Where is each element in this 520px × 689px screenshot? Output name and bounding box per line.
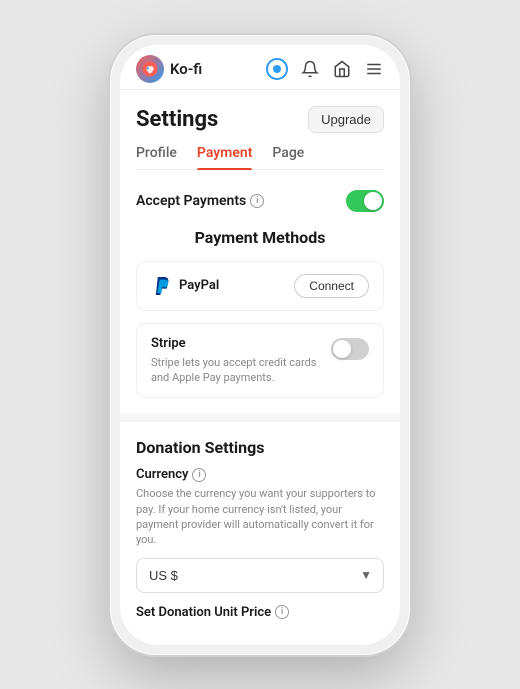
accept-payments-toggle[interactable]	[346, 190, 384, 212]
tab-page[interactable]: Page	[272, 145, 304, 169]
donation-unit-price-info-icon[interactable]: i	[275, 605, 289, 619]
accept-payments-section: Accept Payments i	[136, 190, 384, 212]
payment-methods-title: Payment Methods	[136, 228, 384, 247]
settings-header: Settings Upgrade	[136, 106, 384, 133]
tabs-container: Profile Payment Page	[136, 145, 384, 170]
home-icon[interactable]	[332, 59, 352, 79]
tab-payment[interactable]: Payment	[197, 145, 253, 169]
currency-info-icon[interactable]: i	[192, 468, 206, 482]
currency-select-wrapper: US $ EUR € GBP £ AUD $ CAD $ ▼	[136, 558, 384, 593]
paypal-connect-button[interactable]: Connect	[294, 274, 369, 298]
logo-area: Ko-fi	[136, 55, 202, 83]
menu-icon[interactable]	[364, 59, 384, 79]
page-title: Settings	[136, 107, 218, 132]
bell-icon[interactable]	[300, 59, 320, 79]
stripe-info: Stripe Stripe lets you accept credit car…	[151, 336, 321, 386]
section-divider	[120, 414, 400, 422]
top-bar: Ko-fi	[120, 45, 400, 90]
paypal-card: PayPal Connect	[136, 261, 384, 311]
upgrade-button[interactable]: Upgrade	[308, 106, 384, 133]
currency-label: Currency i	[136, 467, 384, 482]
donation-settings-title: Donation Settings	[136, 438, 384, 457]
stripe-description: Stripe lets you accept credit cards and …	[151, 355, 321, 386]
paypal-icon	[151, 276, 171, 296]
accept-payments-row: Accept Payments i	[136, 190, 384, 212]
kofi-logo-icon	[136, 55, 164, 83]
app-name: Ko-fi	[170, 60, 202, 78]
paypal-name: PayPal	[151, 276, 219, 296]
paypal-row: PayPal Connect	[151, 274, 369, 298]
donation-unit-price-label: Set Donation Unit Price i	[136, 605, 384, 636]
page-content: Settings Upgrade Profile Payment Page	[120, 90, 400, 645]
payment-methods-section: Payment Methods PayPal	[136, 228, 384, 399]
stripe-toggle[interactable]	[331, 338, 369, 360]
phone-screen: Ko-fi	[120, 45, 400, 645]
currency-description: Choose the currency you want your suppor…	[136, 486, 384, 548]
nav-icons	[266, 58, 384, 80]
stripe-card: Stripe Stripe lets you accept credit car…	[136, 323, 384, 399]
stripe-row: Stripe Stripe lets you accept credit car…	[151, 336, 369, 386]
circle-indicator-icon[interactable]	[266, 58, 288, 80]
accept-payments-info-icon[interactable]: i	[250, 194, 264, 208]
donation-settings-section: Donation Settings Currency i Choose the …	[136, 438, 384, 636]
phone-frame: Ko-fi	[110, 35, 410, 655]
stripe-name: Stripe	[151, 336, 321, 351]
currency-select[interactable]: US $ EUR € GBP £ AUD $ CAD $	[136, 558, 384, 593]
accept-payments-label: Accept Payments i	[136, 193, 264, 209]
tab-profile[interactable]: Profile	[136, 145, 177, 169]
